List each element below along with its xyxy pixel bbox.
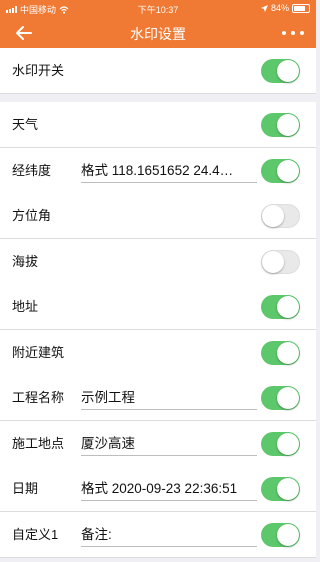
setting-value-field[interactable]: 格式 118.1651652 24.4… [81,160,257,183]
setting-row: 附近建筑 [0,329,316,376]
status-bar: 中国移动 下午10:37 84% [0,0,316,16]
setting-toggle[interactable] [261,477,300,501]
setting-label: 施工地点 [12,435,65,451]
setting-value-field[interactable]: 厦沙高速 [81,433,257,456]
setting-label: 方位角 [12,208,52,223]
battery-percent: 84% [270,3,289,13]
toggle-knob [277,114,299,136]
setting-toggle[interactable] [261,158,300,183]
toggle-knob [277,523,299,546]
setting-toggle[interactable] [261,386,300,410]
setting-toggle[interactable] [261,431,300,456]
toggle-knob [277,159,299,182]
status-right: 84% [260,3,310,13]
setting-label: 自定义1 [12,526,59,542]
toggle-knob [277,341,299,364]
setting-toggle[interactable] [261,113,300,137]
setting-value-field[interactable]: 备注: [81,524,257,547]
setting-row: 方位角 [0,193,316,239]
battery-icon [292,3,310,13]
setting-row: 天气 [0,102,316,148]
setting-toggle[interactable] [261,295,300,319]
setting-row: 自定义1 备注: [0,511,316,558]
setting-toggle[interactable] [261,204,300,228]
page-title: 水印设置 [130,26,186,42]
toggle-knob [277,432,299,455]
setting-value-field[interactable]: 格式 2020-09-23 22:36:51 [81,478,257,501]
setting-label: 工程名称 [12,390,65,405]
toggle-knob [262,250,284,273]
nav-bar: 水印设置 [0,18,316,48]
setting-label: 海拔 [12,253,39,269]
location-arrow-icon [260,4,268,12]
toggle-knob [277,478,299,500]
setting-toggle[interactable] [261,340,300,365]
setting-row: 海拔 [0,238,316,285]
toggle-knob [277,60,299,82]
setting-label: 附近建筑 [12,344,65,360]
setting-row: 经纬度 格式 118.1651652 24.4… [0,147,316,194]
setting-label: 地址 [12,299,39,314]
setting-label: 天气 [12,117,39,132]
setting-toggle[interactable] [261,249,300,274]
setting-row: 地址 [0,284,316,330]
toggle-knob [277,296,299,318]
toggle-knob [262,205,284,227]
setting-row: 施工地点 厦沙高速 [0,420,316,467]
setting-row: 日期 格式 2020-09-23 22:36:51 [0,466,316,512]
top-bar: 中国移动 下午10:37 84% 水印设置 [0,0,316,48]
setting-row: 工程名称 示例工程 [0,375,316,421]
watermark-master-label: 水印开关 [12,63,65,78]
setting-label: 经纬度 [12,162,52,178]
toggle-knob [277,387,299,409]
more-icon[interactable] [282,24,304,42]
watermark-master-row: 水印开关 [0,48,316,94]
setting-label: 日期 [12,481,39,496]
setting-toggle[interactable] [261,522,300,547]
watermark-master-toggle[interactable] [261,59,300,83]
setting-value-field[interactable]: 示例工程 [81,387,257,410]
